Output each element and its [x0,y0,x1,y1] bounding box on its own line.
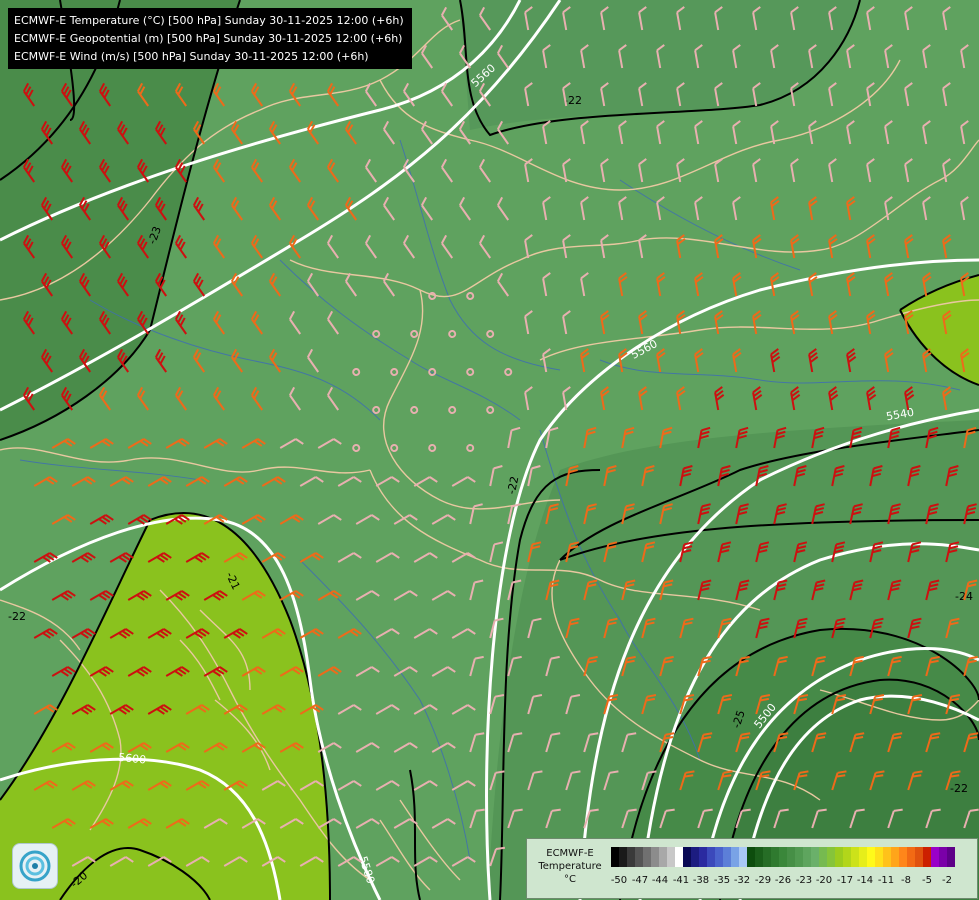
legend-swatch [723,847,731,867]
legend-swatch [891,847,899,867]
legend-swatch [731,847,739,867]
legend-swatch [619,847,627,867]
legend-swatch [907,847,915,867]
legend-swatch [739,847,747,867]
legend-tick: -38 [692,875,710,886]
legend-swatch [819,847,827,867]
legend-tick: -35 [713,875,731,886]
legend-tick: -5 [922,875,932,886]
legend-swatch [683,847,691,867]
legend-tick: -32 [733,875,751,886]
legend-swatch [851,847,859,867]
temperature-legend: ECMWF-E Temperature °C -50 -47 -44 -41 -38 -3… [526,838,978,899]
legend-swatch [899,847,907,867]
temperature-title: ECMWF-E Temperature (°C) [500 hPa] Sunda… [14,14,404,27]
legend-title: ECMWF-E Temperature °C [538,848,602,885]
legend-swatch [787,847,795,867]
legend-tick: -11 [877,875,895,886]
legend-tick-labels: -50 -47 -44 -41 -38 -35 -32 -29 -26 -23 -20 -17 -14-… [611,875,971,889]
legend-swatch [779,847,787,867]
legend-swatch [699,847,707,867]
legend-tick: -26 [774,875,792,886]
wind-title: ECMWF-E Wind (m/s) [500 hPa] Sunday 30-1… [14,50,369,63]
legend-swatch [915,847,923,867]
legend-swatch [947,847,955,867]
legend-swatch [691,847,699,867]
legend-tick: -8 [901,875,911,886]
temperature-label: -22 [8,610,26,623]
legend-swatch [859,847,867,867]
temperature-label: -22 [950,782,968,795]
legend-swatch [923,847,931,867]
legend-swatch [667,847,675,867]
legend-tick: -41 [672,875,690,886]
legend-swatch [803,847,811,867]
legend-tick: -2 [942,875,952,886]
legend-swatch [827,847,835,867]
map-title-box: ECMWF-E Temperature (°C) [500 hPa] Sunda… [8,8,412,69]
legend-tick: -44 [651,875,669,886]
legend-swatch [755,847,763,867]
legend-tick: -29 [754,875,772,886]
legend-tick: -47 [631,875,649,886]
legend-swatch [875,847,883,867]
legend-tick: -14 [856,875,874,886]
legend-tick: -23 [795,875,813,886]
legend-swatch [835,847,843,867]
legend-swatch [659,847,667,867]
legend-swatch [643,847,651,867]
legend-swatch [931,847,939,867]
legend-color-bar [611,847,955,867]
legend-swatch [715,847,723,867]
legend-swatch [843,847,851,867]
legend-tick: -50 [610,875,628,886]
legend-swatch [795,847,803,867]
ecmwf-logo-icon [12,843,58,889]
legend-swatch [651,847,659,867]
legend-swatch [771,847,779,867]
legend-swatch [627,847,635,867]
legend-swatch [675,847,683,867]
legend-swatch [611,847,619,867]
legend-swatch [811,847,819,867]
map-canvas: 5560 5560 5540 5500 5600 5580 -22 -23 -2… [0,0,979,900]
legend-tick: -20 [815,875,833,886]
temperature-label: -24 [955,590,973,603]
weather-map: 5560 5560 5540 5500 5600 5580 -22 -23 -2… [0,0,979,900]
legend-swatch [707,847,715,867]
legend-swatch [747,847,755,867]
geopotential-title: ECMWF-E Geopotential (m) [500 hPa] Sunda… [14,32,403,45]
legend-swatch [939,847,947,867]
legend-tick: -17 [836,875,854,886]
legend-swatch [883,847,891,867]
legend-swatch [763,847,771,867]
legend-swatch [635,847,643,867]
legend-swatch [867,847,875,867]
